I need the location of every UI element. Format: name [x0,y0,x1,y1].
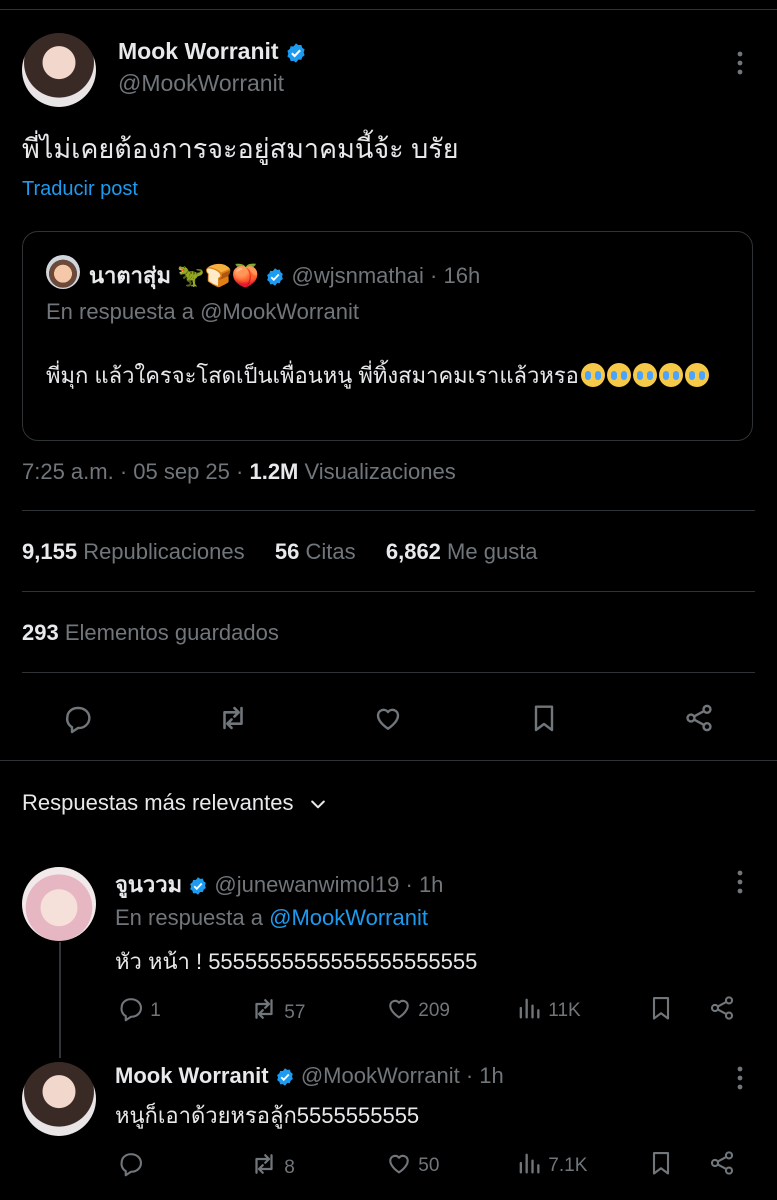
reply-context-mention[interactable]: @MookWorranit [269,905,428,930]
share-icon [710,996,734,1020]
views-count: 11K [548,1000,581,1021]
quotes-label[interactable]: Citas [305,539,355,564]
repost-count-button[interactable]: 8 [249,1149,295,1179]
reply-text: หนูก็เอาด้วยหรอลู้ก5555555555 [115,1103,420,1128]
replies-sort-label: Respuestas más relevantes [22,790,294,815]
reply-actions: 1 57 209 11K [115,992,755,1024]
divider [22,510,755,511]
chevron-down-icon [310,800,325,809]
author-avatar[interactable] [22,33,96,107]
repost-icon [255,1154,273,1174]
reply-author-avatar[interactable] [22,1062,96,1136]
verified-badge-icon [190,877,207,895]
repost-count-button[interactable]: 57 [249,994,305,1024]
reply-count-button[interactable] [117,1149,145,1177]
reply-count: 1 [150,1000,161,1021]
quote-reply-context: En respuesta a @MookWorranit [46,299,359,324]
post-text: พี่ไม่เคยต้องการจะอยู่สมาคมนี้จ้ะ บรัย [22,134,459,164]
verified-badge-icon [267,268,284,286]
more-options-icon[interactable] [728,868,752,896]
verified-badge-icon [276,1068,293,1086]
reply-time: · 1h [465,1063,504,1088]
reply-author-handle[interactable]: @junewanwimol19 [214,872,399,897]
bookmark-icon [652,1152,670,1175]
reply-actions: 8 50 7.1K [115,1147,755,1179]
verified-badge-icon [287,43,305,63]
like-count: 209 [418,1000,450,1021]
reply-author-name[interactable]: จูนววม [115,872,182,897]
views-count-button[interactable]: 11K [515,994,581,1022]
reposts-count[interactable]: 9,155 [22,539,77,564]
quote-text: พี่มุก แล้วใครจะโสดเป็นเพื่อนหนู พี่ทิ้ง… [46,363,579,388]
reply-author-name[interactable]: Mook Worranit [115,1063,269,1088]
divider [22,672,755,673]
crying-face-icon [606,363,631,387]
more-options-icon[interactable] [728,49,752,77]
repost-icon [223,706,243,730]
analytics-icon [519,998,540,1019]
divider [22,591,755,592]
views-count-button[interactable]: 7.1K [515,1149,587,1177]
quote-time: · 16h [430,263,481,288]
quote-author-handle[interactable]: @wjsnmathai [292,263,424,288]
share-icon [710,1151,734,1175]
thread-line [59,942,61,1058]
repost-count: 8 [284,1157,295,1178]
reply-icon [66,706,91,734]
heart-icon [389,1154,409,1174]
reply-button[interactable] [58,698,98,738]
reply-author-handle[interactable]: @MookWorranit [301,1063,460,1088]
quotes-count[interactable]: 56 [275,539,299,564]
bookmarks-label: Elementos guardados [64,620,279,645]
reply-count-button[interactable]: 1 [117,994,161,1022]
repost-count: 57 [284,1002,306,1023]
author-name[interactable]: Mook Worranit [118,38,279,64]
likes-label[interactable]: Me gusta [447,539,538,564]
bookmark-icon [534,705,554,732]
reply-author-avatar[interactable] [22,867,96,941]
share-button[interactable] [679,698,719,738]
post-timestamp[interactable]: 7:25 a.m. · 05 sep 25 · [22,459,249,484]
reply-time: · 1h [405,872,444,897]
section-divider [0,760,777,761]
reply-context-prefix: En respuesta a [115,905,270,930]
replies-sort-dropdown[interactable]: Respuestas más relevantes [22,790,328,816]
heart-icon [389,999,409,1019]
like-count: 50 [418,1155,440,1176]
views-label: Visualizaciones [298,459,456,484]
bookmark-button[interactable] [647,994,675,1028]
analytics-icon [519,1153,540,1174]
repost-icon [255,999,273,1019]
translate-link[interactable]: Traducir post [22,178,138,201]
crying-face-icon [632,363,657,387]
views-count: 1.2M [249,459,299,484]
author-handle[interactable]: @MookWorranit [118,70,284,97]
like-count-button[interactable]: 50 [385,1149,439,1177]
share-button[interactable] [708,1149,736,1183]
crying-face-icon [658,363,683,387]
bookmark-icon [652,997,670,1020]
views-count: 7.1K [548,1155,588,1176]
crying-face-icon [684,363,709,387]
bookmark-button[interactable] [524,698,564,738]
like-count-button[interactable]: 209 [385,994,450,1022]
bookmark-button[interactable] [647,1149,675,1183]
repost-button[interactable] [213,698,253,738]
like-button[interactable] [368,698,408,738]
share-icon [686,704,712,732]
crying-face-icon [580,363,605,387]
quote-author-avatar[interactable] [46,255,80,289]
reply-icon [120,1153,142,1177]
more-options-icon[interactable] [728,1064,752,1092]
reply-icon [120,998,142,1022]
reposts-label[interactable]: Republicaciones [83,539,244,564]
bookmarks-count: 293 [22,620,59,645]
share-button[interactable] [708,994,736,1028]
reply-text: หัว หน้า ! 5555555555555555555555 [115,949,478,974]
likes-count[interactable]: 6,862 [386,539,441,564]
top-divider [0,9,777,10]
quote-author-name[interactable]: นาตาสุ่ม 🦖🍞🍑 [89,263,259,288]
heart-icon [376,708,400,730]
